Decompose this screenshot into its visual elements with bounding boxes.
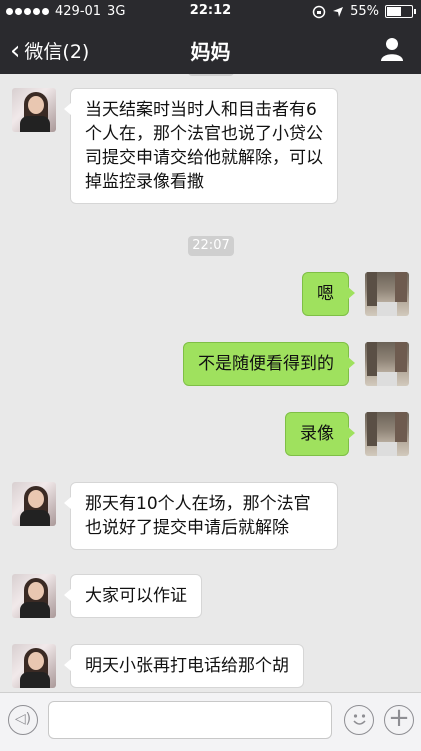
message-bubble-incoming[interactable]: 当天结案时当时人和目击者有6个人在，那个法官也说了小贷公司提交申请交给他就解除，… <box>64 88 338 204</box>
message-bubble-incoming[interactable]: 那天有10个人在场，那个法官也说好了提交申请后就解除 <box>64 482 338 550</box>
message-input[interactable] <box>48 701 332 739</box>
status-bar: 429-01 3G 22:12 55% <box>0 0 421 24</box>
my-avatar[interactable] <box>365 272 409 316</box>
partial-timestamp <box>188 74 234 76</box>
message-bubble-outgoing[interactable]: 不是随便看得到的 <box>183 342 355 386</box>
contact-avatar[interactable] <box>12 482 56 526</box>
nav-bar: ‹ 微信(2) 妈妈 <box>0 24 421 74</box>
battery-percent: 55% <box>350 4 379 19</box>
voice-icon[interactable]: ◁) <box>8 705 38 735</box>
contact-avatar[interactable] <box>12 644 56 688</box>
chat-title: 妈妈 <box>190 40 231 64</box>
emoji-icon[interactable] <box>344 705 374 735</box>
location-icon <box>333 6 344 17</box>
contact-avatar[interactable] <box>12 574 56 618</box>
plus-icon[interactable]: + <box>384 705 414 735</box>
message-bubble-outgoing[interactable]: 录像 <box>285 412 355 456</box>
message-bubble-outgoing[interactable]: 嗯 <box>302 272 355 316</box>
chat-area[interactable]: 当天结案时当时人和目击者有6个人在，那个法官也说了小贷公司提交申请交给他就解除，… <box>0 74 421 694</box>
contact-avatar[interactable] <box>12 88 56 132</box>
message-bubble-incoming[interactable]: 大家可以作证 <box>64 574 202 618</box>
message-bubble-incoming[interactable]: 明天小张再打电话给那个胡 <box>64 644 304 688</box>
contact-info-icon[interactable] <box>379 36 405 62</box>
timestamp: 22:07 <box>188 236 234 256</box>
battery-icon <box>385 5 416 18</box>
rotation-lock-icon <box>312 5 326 18</box>
my-avatar[interactable] <box>365 412 409 456</box>
input-bar: ◁) + <box>0 692 421 751</box>
my-avatar[interactable] <box>365 342 409 386</box>
top-bar: 429-01 3G 22:12 55% ‹ 微信(2) 妈妈 <box>0 0 421 74</box>
